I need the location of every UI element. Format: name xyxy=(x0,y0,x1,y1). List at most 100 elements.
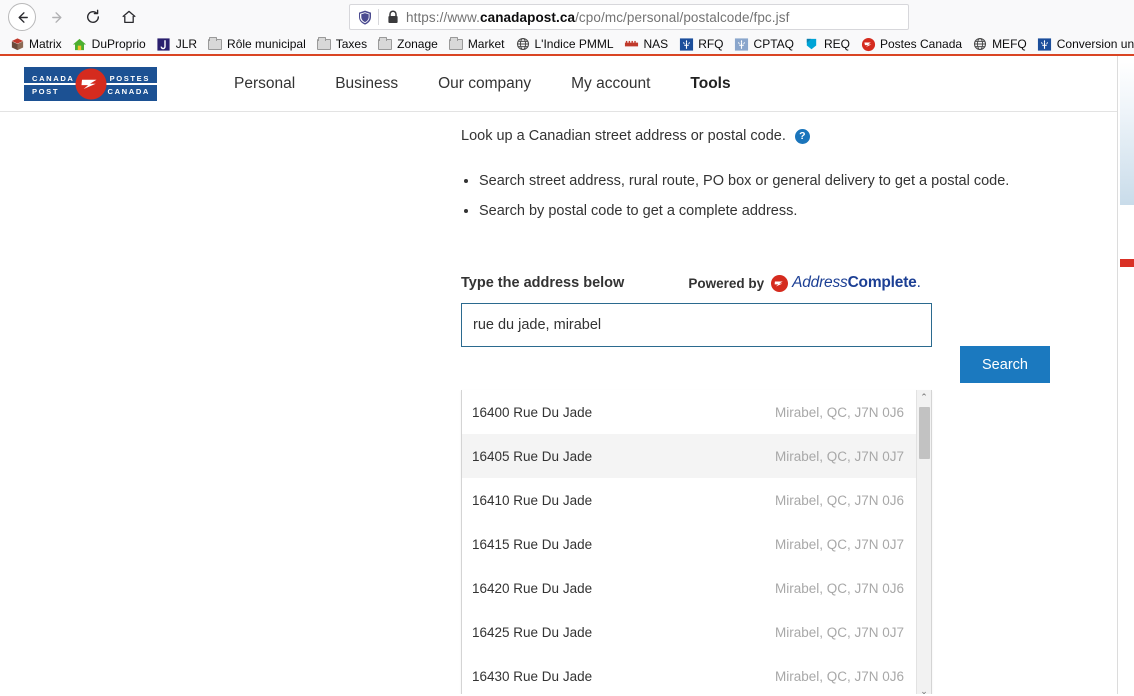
form-label-row: Type the address below Powered by Addres… xyxy=(461,273,932,293)
forward-button[interactable] xyxy=(42,2,72,32)
bookmark-conversion-uni[interactable]: Conversion uni xyxy=(1032,34,1134,54)
brand-dot: . xyxy=(916,274,921,291)
list-item[interactable]: 16405 Rue Du Jade Mirabel, QC, J7N 0J7 xyxy=(462,434,916,478)
page-scrollbar-thumb[interactable] xyxy=(1120,62,1134,205)
list-item[interactable]: 16425 Rue Du Jade Mirabel, QC, J7N 0J7 xyxy=(462,610,916,654)
suggestion-location: Mirabel, QC, J7N 0J6 xyxy=(774,668,904,684)
suggestion-address: 16400 Rue Du Jade xyxy=(472,404,593,420)
bookmark-label: L'Indice PMML xyxy=(534,37,614,51)
bookmark-role-municipal[interactable]: Rôle municipal xyxy=(202,34,311,54)
bookmark-label: Market xyxy=(467,37,505,51)
addresscomplete-wordmark: AddressComplete xyxy=(792,274,917,292)
suggestion-address: 16430 Rue Du Jade xyxy=(472,668,593,684)
url-prefix: https://www. xyxy=(406,9,480,25)
quebec-fleurdelis-icon xyxy=(1037,36,1053,52)
bookmark-label: NAS xyxy=(643,37,669,51)
help-icon[interactable]: ? xyxy=(794,128,810,144)
bookmark-label: Postes Canada xyxy=(880,37,963,51)
site-header: CANADA POST POSTES CANADA Personal Busin… xyxy=(0,56,1134,112)
suggestion-location: Mirabel, QC, J7N 0J6 xyxy=(774,492,904,508)
bookmark-cptaq[interactable]: CPTAQ xyxy=(729,34,799,54)
folder-icon xyxy=(377,36,393,52)
lookup-intro: Look up a Canadian street address or pos… xyxy=(461,128,1134,144)
nav-item-business[interactable]: Business xyxy=(315,56,418,112)
list-item[interactable]: 16410 Rue Du Jade Mirabel, QC, J7N 0J6 xyxy=(462,478,916,522)
brand-bold: Complete xyxy=(847,274,917,291)
canada-post-logo[interactable]: CANADA POST POSTES CANADA xyxy=(24,66,157,101)
instructions-list: Search street address, rural route, PO b… xyxy=(461,166,1134,226)
home-button[interactable] xyxy=(114,2,144,32)
bookmark-label: Taxes xyxy=(335,37,368,51)
bookmark-jlr[interactable]: JLR xyxy=(151,34,202,54)
suggestion-list: 16400 Rue Du Jade Mirabel, QC, J7N 0J6 1… xyxy=(462,390,916,694)
nas-icon xyxy=(624,36,640,52)
reload-button[interactable] xyxy=(78,2,108,32)
bookmark-market[interactable]: Market xyxy=(443,34,510,54)
bookmark-nas[interactable]: NAS xyxy=(619,34,674,54)
search-button[interactable]: Search xyxy=(960,346,1050,383)
bookmark-label: Zonage xyxy=(397,37,438,51)
scrollbar-thumb[interactable] xyxy=(919,407,930,459)
bookmark-label: Conversion uni xyxy=(1056,37,1134,51)
bookmark-label: MEFQ xyxy=(992,37,1027,51)
address-input-label: Type the address below xyxy=(461,275,625,291)
powered-by-text: Powered by xyxy=(688,275,765,291)
globe-icon xyxy=(972,36,988,52)
logo-text-canada2: CANADA xyxy=(107,86,150,96)
suggestion-location: Mirabel, QC, J7N 0J7 xyxy=(774,624,904,640)
bookmark-duproprio[interactable]: DuProprio xyxy=(67,34,151,54)
list-item[interactable]: 16430 Rue Du Jade Mirabel, QC, J7N 0J6 xyxy=(462,654,916,694)
back-button[interactable] xyxy=(8,3,36,31)
canada-post-bird-icon xyxy=(75,68,106,99)
address-input[interactable] xyxy=(461,303,932,347)
suggestion-location: Mirabel, QC, J7N 0J7 xyxy=(774,536,904,552)
main-navigation: Personal Business Our company My account… xyxy=(214,56,751,112)
bookmark-zonage[interactable]: Zonage xyxy=(372,34,443,54)
lock-icon xyxy=(387,10,399,24)
logo-text-canada: CANADA xyxy=(32,73,75,83)
bookmark-mefq[interactable]: MEFQ xyxy=(967,34,1032,54)
address-bar[interactable]: https://www.canadapost.ca/cpo/mc/persona… xyxy=(349,4,909,30)
bookmark-label: REQ xyxy=(823,37,850,51)
suggestions-scrollbar[interactable]: ⌃ ⌄ xyxy=(916,390,931,694)
list-item[interactable]: 16420 Rue Du Jade Mirabel, QC, J7N 0J6 xyxy=(462,566,916,610)
lookup-intro-text: Look up a Canadian street address or pos… xyxy=(461,128,786,144)
bookmark-rfq[interactable]: RFQ xyxy=(673,34,728,54)
bookmark-label: JLR xyxy=(175,37,198,51)
urlbar-divider xyxy=(378,9,379,25)
browser-toolbar: https://www.canadapost.ca/cpo/mc/persona… xyxy=(0,0,1134,34)
nav-item-our-company[interactable]: Our company xyxy=(418,56,551,112)
quebec-fleurdelis-icon xyxy=(678,36,694,52)
bookmark-lindice-pmml[interactable]: L'Indice PMML xyxy=(510,34,619,54)
nav-item-my-account[interactable]: My account xyxy=(551,56,670,112)
green-house-icon xyxy=(72,36,88,52)
list-item[interactable]: 16415 Rue Du Jade Mirabel, QC, J7N 0J7 xyxy=(462,522,916,566)
bookmark-req[interactable]: REQ xyxy=(799,34,855,54)
page-scrollbar[interactable] xyxy=(1117,56,1134,694)
address-suggestions-dropdown: 16400 Rue Du Jade Mirabel, QC, J7N 0J6 1… xyxy=(461,390,932,694)
bookmark-matrix[interactable]: Matrix xyxy=(4,34,67,54)
nav-item-personal[interactable]: Personal xyxy=(214,56,315,112)
nav-item-tools[interactable]: Tools xyxy=(670,56,750,112)
list-item: Search street address, rural route, PO b… xyxy=(479,166,1134,196)
browser-chrome: https://www.canadapost.ca/cpo/mc/persona… xyxy=(0,0,1134,56)
matrix-cube-icon xyxy=(9,36,25,52)
suggestion-address: 16410 Rue Du Jade xyxy=(472,492,593,508)
logo-text-post: POST xyxy=(32,86,60,96)
shield-icon[interactable] xyxy=(358,10,372,25)
brand-light: Address xyxy=(792,274,848,291)
bookmark-postes-canada[interactable]: Postes Canada xyxy=(855,34,967,54)
list-item[interactable]: 16400 Rue Du Jade Mirabel, QC, J7N 0J6 xyxy=(462,390,916,434)
bookmark-taxes[interactable]: Taxes xyxy=(311,34,372,54)
bookmarks-bar: Matrix DuProprio JLR Rôle municipal Taxe… xyxy=(0,34,1134,56)
canada-post-circle-icon xyxy=(860,36,876,52)
list-item: Search by postal code to get a complete … xyxy=(479,196,1134,226)
scroll-up-arrow-icon[interactable]: ⌃ xyxy=(917,390,931,405)
suggestion-address: 16420 Rue Du Jade xyxy=(472,580,593,596)
bookmark-label: DuProprio xyxy=(91,37,146,51)
quebec-fleurdelis-light-icon xyxy=(734,36,750,52)
url-path: /cpo/mc/personal/postalcode/fpc.jsf xyxy=(575,9,790,25)
suggestion-location: Mirabel, QC, J7N 0J6 xyxy=(774,580,904,596)
folder-icon xyxy=(316,36,332,52)
scroll-down-arrow-icon[interactable]: ⌄ xyxy=(917,684,931,694)
